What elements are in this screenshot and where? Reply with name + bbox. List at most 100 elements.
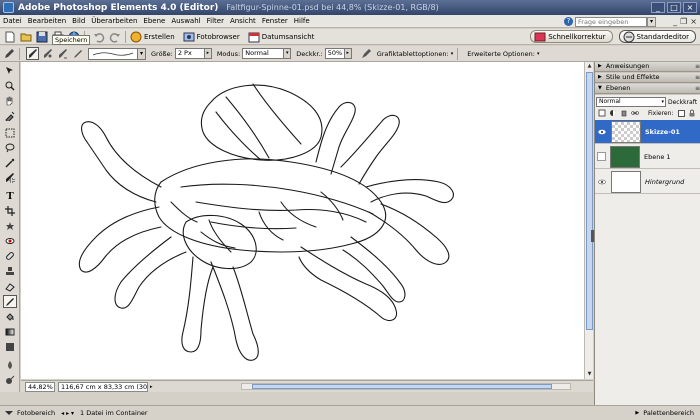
paint-bucket-tool-icon[interactable] bbox=[3, 310, 17, 323]
palette-bin: ▶ Anweisungen ≡ ▶ Stile und Effekte ≡ ▼ … bbox=[594, 62, 700, 405]
sponge-tool-icon[interactable] bbox=[3, 373, 17, 386]
lasso-tool-icon[interactable] bbox=[3, 141, 17, 154]
selection-brush-tool-icon[interactable] bbox=[3, 171, 17, 184]
menu-bild[interactable]: Bild bbox=[69, 17, 88, 25]
crop-tool-icon[interactable] bbox=[3, 204, 17, 217]
photo-bin-nav-icon[interactable]: ◂ ▸ ▾ bbox=[61, 410, 74, 417]
delete-layer-icon[interactable] bbox=[620, 109, 628, 117]
marquee-tool-icon[interactable] bbox=[3, 126, 17, 139]
layer-row-ebene1[interactable]: Ebene 1 bbox=[595, 145, 700, 169]
doc-restore-icon[interactable]: ❐ bbox=[680, 17, 687, 26]
doc-close-icon[interactable]: × bbox=[690, 17, 697, 26]
scroll-up-icon[interactable]: ▲ bbox=[585, 62, 594, 71]
save-icon[interactable] bbox=[36, 31, 48, 43]
menu-filter[interactable]: Filter bbox=[204, 17, 227, 25]
lock-transparency-checkbox[interactable] bbox=[678, 109, 686, 117]
menu-ebene[interactable]: Ebene bbox=[140, 17, 168, 25]
layer-row-hintergrund[interactable]: Hintergrund bbox=[595, 170, 700, 194]
link-layer-icon[interactable] bbox=[631, 109, 639, 117]
healing-brush-tool-icon[interactable] bbox=[3, 249, 17, 262]
visibility-eye-icon[interactable] bbox=[597, 127, 607, 137]
shape-tool-icon[interactable] bbox=[3, 340, 17, 353]
menu-datei[interactable]: Datei bbox=[0, 17, 25, 25]
cookie-cutter-tool-icon[interactable] bbox=[3, 219, 17, 232]
eyedropper-tool-icon[interactable] bbox=[3, 109, 17, 122]
photo-bin-toggle-icon[interactable] bbox=[4, 409, 14, 417]
opacity-input[interactable]: 50% bbox=[324, 48, 345, 59]
maximize-icon[interactable]: □ bbox=[667, 2, 681, 13]
palette-more-icon[interactable]: ≡ bbox=[695, 62, 700, 71]
create-button[interactable]: Erstellen bbox=[130, 31, 175, 43]
eraser-tool-icon[interactable] bbox=[3, 280, 17, 293]
opacity-spin-icon[interactable]: ▸ bbox=[344, 48, 352, 59]
photo-browser-button[interactable]: Fotobrowser bbox=[183, 31, 240, 43]
open-folder-icon[interactable] bbox=[20, 31, 32, 43]
blend-mode-select[interactable]: Normal ▾ bbox=[596, 97, 666, 107]
adjustment-layer-icon[interactable] bbox=[609, 109, 617, 117]
help-dropdown-icon[interactable]: ▾ bbox=[647, 16, 656, 27]
zoom-tool-icon[interactable] bbox=[3, 79, 17, 92]
brush-preset-preview[interactable] bbox=[88, 47, 138, 60]
vertical-scrollbar[interactable]: ▲ ▼ bbox=[584, 62, 593, 379]
help-search-input[interactable] bbox=[575, 16, 647, 27]
zoom-level-field[interactable]: 44,82% bbox=[25, 381, 55, 392]
minimize-icon[interactable]: _ bbox=[651, 2, 665, 13]
document-canvas[interactable] bbox=[21, 62, 584, 379]
brush-preset-dropdown-icon[interactable]: ▾ bbox=[138, 47, 146, 60]
size-spin-icon[interactable]: ▸ bbox=[204, 48, 212, 59]
new-file-icon[interactable] bbox=[4, 31, 16, 43]
menu-hilfe[interactable]: Hilfe bbox=[291, 17, 313, 25]
size-input[interactable]: 2 Px bbox=[174, 48, 205, 59]
type-tool-icon[interactable]: T bbox=[3, 189, 17, 202]
menu-auswahl[interactable]: Auswahl bbox=[168, 17, 203, 25]
date-view-button[interactable]: Datumsansicht bbox=[248, 31, 314, 43]
status-menu-icon[interactable]: ▸ bbox=[150, 384, 153, 390]
visibility-toggle-empty[interactable] bbox=[597, 152, 606, 161]
palette-bin-toggle[interactable]: ▶ Palettenbereich bbox=[632, 409, 694, 417]
advanced-options-label[interactable]: Erweiterte Optionen: bbox=[467, 50, 535, 58]
red-eye-tool-icon[interactable] bbox=[3, 234, 17, 247]
menu-bearbeiten[interactable]: Bearbeiten bbox=[25, 17, 69, 25]
palette-header-stile[interactable]: ▶ Stile und Effekte ≡ bbox=[595, 73, 700, 83]
pencil-tool-icon[interactable] bbox=[71, 47, 84, 60]
horizontal-scrollbar[interactable] bbox=[241, 383, 571, 390]
redo-icon[interactable] bbox=[109, 31, 121, 43]
pencil-tool-active-icon[interactable] bbox=[3, 295, 17, 308]
mode-select[interactable]: Normal bbox=[242, 48, 285, 59]
menu-ueberarbeiten[interactable]: Überarbeiten bbox=[88, 17, 140, 25]
brush-tool-icon[interactable] bbox=[26, 47, 39, 60]
lock-icon[interactable] bbox=[688, 109, 696, 117]
undo-icon[interactable] bbox=[93, 31, 105, 43]
close-icon[interactable]: × bbox=[683, 2, 697, 13]
impressionist-brush-icon[interactable] bbox=[41, 47, 54, 60]
palette-more-icon[interactable]: ≡ bbox=[695, 73, 700, 82]
clone-stamp-tool-icon[interactable] bbox=[3, 264, 17, 277]
advanced-options-dropdown-icon[interactable]: ▾ bbox=[537, 51, 540, 57]
doc-minimize-icon[interactable]: _ bbox=[673, 17, 677, 26]
scroll-down-icon[interactable]: ▼ bbox=[585, 370, 594, 379]
tablet-options-dropdown-icon[interactable]: ▾ bbox=[451, 51, 454, 57]
new-layer-icon[interactable] bbox=[598, 109, 606, 117]
photo-bin-label[interactable]: Fotobereich bbox=[17, 409, 55, 417]
gradient-tool-icon[interactable] bbox=[3, 325, 17, 338]
layer-row-skizze[interactable]: Skizze-01 bbox=[595, 120, 700, 144]
standard-editor-label: Standardeditor bbox=[636, 32, 689, 41]
visibility-eye-icon[interactable] bbox=[597, 177, 607, 187]
menu-ansicht[interactable]: Ansicht bbox=[227, 17, 259, 25]
palette-more-icon[interactable]: ≡ bbox=[695, 84, 700, 93]
vertical-scroll-thumb[interactable] bbox=[586, 72, 593, 330]
palette-header-anweisungen[interactable]: ▶ Anweisungen ≡ bbox=[595, 62, 700, 72]
palette-header-ebenen[interactable]: ▼ Ebenen ≡ bbox=[595, 84, 700, 94]
hand-tool-icon[interactable] bbox=[3, 94, 17, 107]
move-tool-icon[interactable] bbox=[3, 64, 17, 77]
standard-editor-button[interactable]: Standardeditor bbox=[618, 30, 696, 43]
tablet-options-label[interactable]: Grafiktablettoptionen: bbox=[377, 50, 449, 58]
menu-fenster[interactable]: Fenster bbox=[259, 17, 291, 25]
blur-tool-icon[interactable] bbox=[3, 358, 17, 371]
mode-dropdown-icon[interactable]: ▾ bbox=[284, 48, 292, 59]
magic-wand-tool-icon[interactable] bbox=[3, 156, 17, 169]
horizontal-scroll-thumb[interactable] bbox=[252, 384, 552, 389]
current-tool-pencil-icon[interactable] bbox=[3, 48, 15, 60]
color-replace-brush-icon[interactable] bbox=[56, 47, 69, 60]
quick-fix-button[interactable]: Schnellkorrektur bbox=[530, 30, 613, 43]
